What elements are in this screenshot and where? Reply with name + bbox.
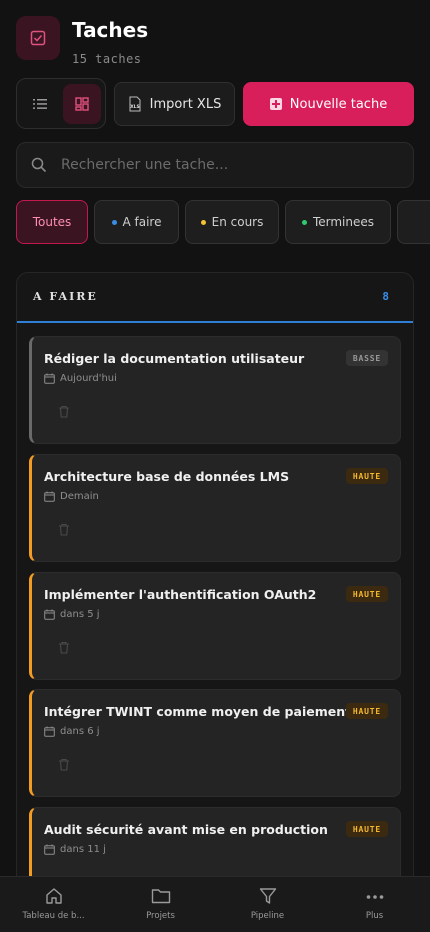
filter-all[interactable]: Toutes [16, 200, 88, 244]
task-due-label: Aujourd'hui [60, 373, 117, 384]
import-xls-button[interactable]: XLS Import XLS [114, 82, 235, 126]
calendar-icon [44, 844, 55, 855]
trash-icon [59, 405, 69, 418]
task-due-label: Demain [60, 491, 99, 502]
delete-task-button[interactable] [58, 756, 70, 775]
nav-more[interactable]: Plus [321, 877, 428, 932]
import-xls-label: Import XLS [149, 96, 222, 112]
task-due-label: dans 11 j [60, 844, 106, 855]
calendar-icon [44, 373, 55, 384]
task-due: Demain [44, 491, 99, 502]
task-due: dans 11 j [44, 844, 106, 855]
task-card[interactable]: Intégrer TWINT comme moyen de paiement H… [29, 689, 401, 797]
calendar-icon [44, 726, 55, 737]
nav-dashboard[interactable]: Tableau de b... [0, 877, 107, 932]
column-title: A FAIRE [33, 290, 98, 303]
filter-todo-label: A faire [122, 215, 162, 229]
bottom-nav: Tableau de b... Projets Pipeline Plus [0, 876, 430, 932]
delete-task-button[interactable] [58, 521, 70, 540]
nav-projects-label: Projets [146, 911, 175, 921]
delete-task-button[interactable] [58, 639, 70, 658]
kanban-view-button[interactable] [63, 84, 101, 124]
filter-icon [259, 888, 276, 904]
plus-icon [269, 98, 282, 110]
task-due-label: dans 6 j [60, 726, 100, 737]
search-input[interactable] [61, 157, 381, 173]
more-icon [366, 895, 383, 899]
kanban-icon [75, 97, 89, 111]
priority-badge: BASSE [345, 350, 388, 366]
calendar-icon [44, 491, 55, 502]
priority-badge: HAUTE [345, 821, 388, 837]
filter-more[interactable] [397, 200, 430, 244]
task-card[interactable]: Architecture base de données LMS HAUTE D… [29, 454, 401, 562]
folder-icon [151, 889, 170, 904]
view-toggle [16, 78, 106, 129]
filter-done-label: Terminees [312, 215, 375, 229]
list-view-button[interactable] [21, 84, 59, 124]
task-title: Rédiger la documentation utilisateur [44, 351, 305, 366]
checkbox-icon [30, 30, 46, 46]
calendar-icon [44, 609, 55, 620]
toolbar: XLS Import XLS Nouvelle tache [16, 78, 414, 129]
trash-icon [59, 641, 69, 654]
trash-icon [59, 523, 69, 536]
nav-pipeline-label: Pipeline [250, 911, 285, 921]
nav-dashboard-label: Tableau de b... [22, 911, 85, 921]
column-header: A FAIRE 8 [17, 273, 413, 323]
task-due: dans 6 j [44, 726, 100, 737]
nav-projects[interactable]: Projets [107, 877, 214, 932]
page-title: Taches [72, 18, 149, 42]
xls-file-icon-label: XLS [130, 104, 140, 110]
search-bar [16, 142, 414, 188]
page-header: Taches 15 taches [16, 16, 148, 66]
priority-badge: HAUTE [345, 703, 388, 719]
tasks-app-icon [16, 16, 60, 60]
task-due: dans 5 j [44, 609, 100, 620]
new-task-label: Nouvelle tache [289, 96, 388, 112]
filter-all-label: Toutes [32, 215, 72, 229]
priority-badge: HAUTE [345, 586, 388, 602]
filter-done[interactable]: Terminees [285, 200, 391, 244]
list-icon [33, 99, 47, 109]
home-icon [45, 888, 62, 904]
task-title: Implémenter l'authentification OAuth2 [44, 587, 317, 602]
status-dot [301, 219, 307, 225]
task-card[interactable]: Rédiger la documentation utilisateur BAS… [29, 336, 401, 444]
task-count: 15 taches [72, 52, 142, 66]
xls-file-icon: XLS [129, 96, 141, 112]
task-title: Audit sécurité avant mise en production [44, 822, 328, 837]
delete-task-button[interactable] [58, 403, 70, 422]
task-card[interactable]: Implémenter l'authentification OAuth2 HA… [29, 572, 401, 680]
trash-icon [59, 758, 69, 771]
status-dot [111, 219, 117, 225]
filter-in-progress-label: En cours [211, 215, 264, 229]
task-due-label: dans 5 j [60, 609, 100, 620]
kanban-column-todo: A FAIRE 8 Rédiger la documentation utili… [16, 272, 414, 932]
column-count: 8 [382, 290, 389, 303]
filter-in-progress[interactable]: En cours [185, 200, 279, 244]
nav-pipeline[interactable]: Pipeline [214, 877, 321, 932]
search-icon [31, 157, 47, 173]
new-task-button[interactable]: Nouvelle tache [243, 82, 414, 126]
task-due: Aujourd'hui [44, 373, 117, 384]
task-title: Architecture base de données LMS [44, 469, 290, 484]
nav-more-label: Plus [365, 911, 384, 921]
filter-todo[interactable]: A faire [94, 200, 179, 244]
task-title: Intégrer TWINT comme moyen de paiement [44, 704, 352, 719]
priority-badge: HAUTE [345, 468, 388, 484]
status-dot [200, 219, 206, 225]
status-filters: Toutes A faire En cours Terminees [16, 200, 430, 244]
